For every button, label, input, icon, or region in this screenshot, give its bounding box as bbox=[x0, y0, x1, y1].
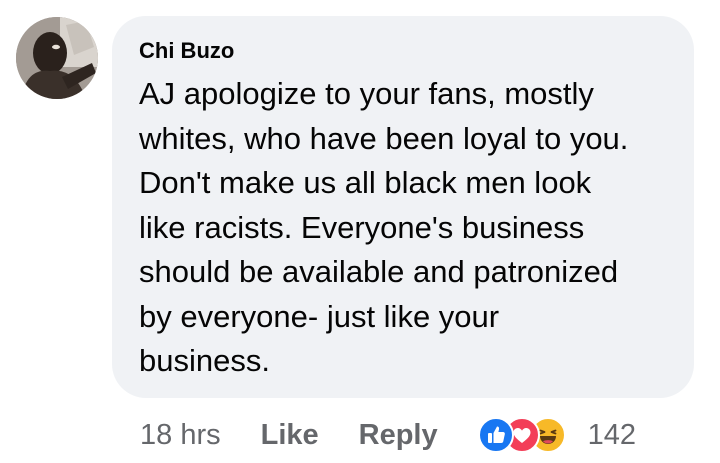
comment-actions: 18 hrs Like Reply 142 bbox=[140, 412, 636, 458]
comment-bubble: Chi Buzo AJ apologize to your fans, most… bbox=[112, 16, 694, 398]
like-icon bbox=[477, 417, 514, 453]
avatar[interactable] bbox=[16, 17, 98, 99]
comment-timestamp[interactable]: 18 hrs bbox=[140, 419, 221, 452]
comment-author[interactable]: Chi Buzo bbox=[139, 36, 676, 66]
comment-text: AJ apologize to your fans, mostly whites… bbox=[139, 76, 629, 378]
reaction-icons bbox=[477, 417, 566, 453]
reply-button[interactable]: Reply bbox=[359, 419, 438, 452]
reaction-count: 142 bbox=[587, 418, 637, 451]
like-button[interactable]: Like bbox=[261, 419, 319, 452]
reactions-summary[interactable]: 142 bbox=[477, 417, 637, 453]
